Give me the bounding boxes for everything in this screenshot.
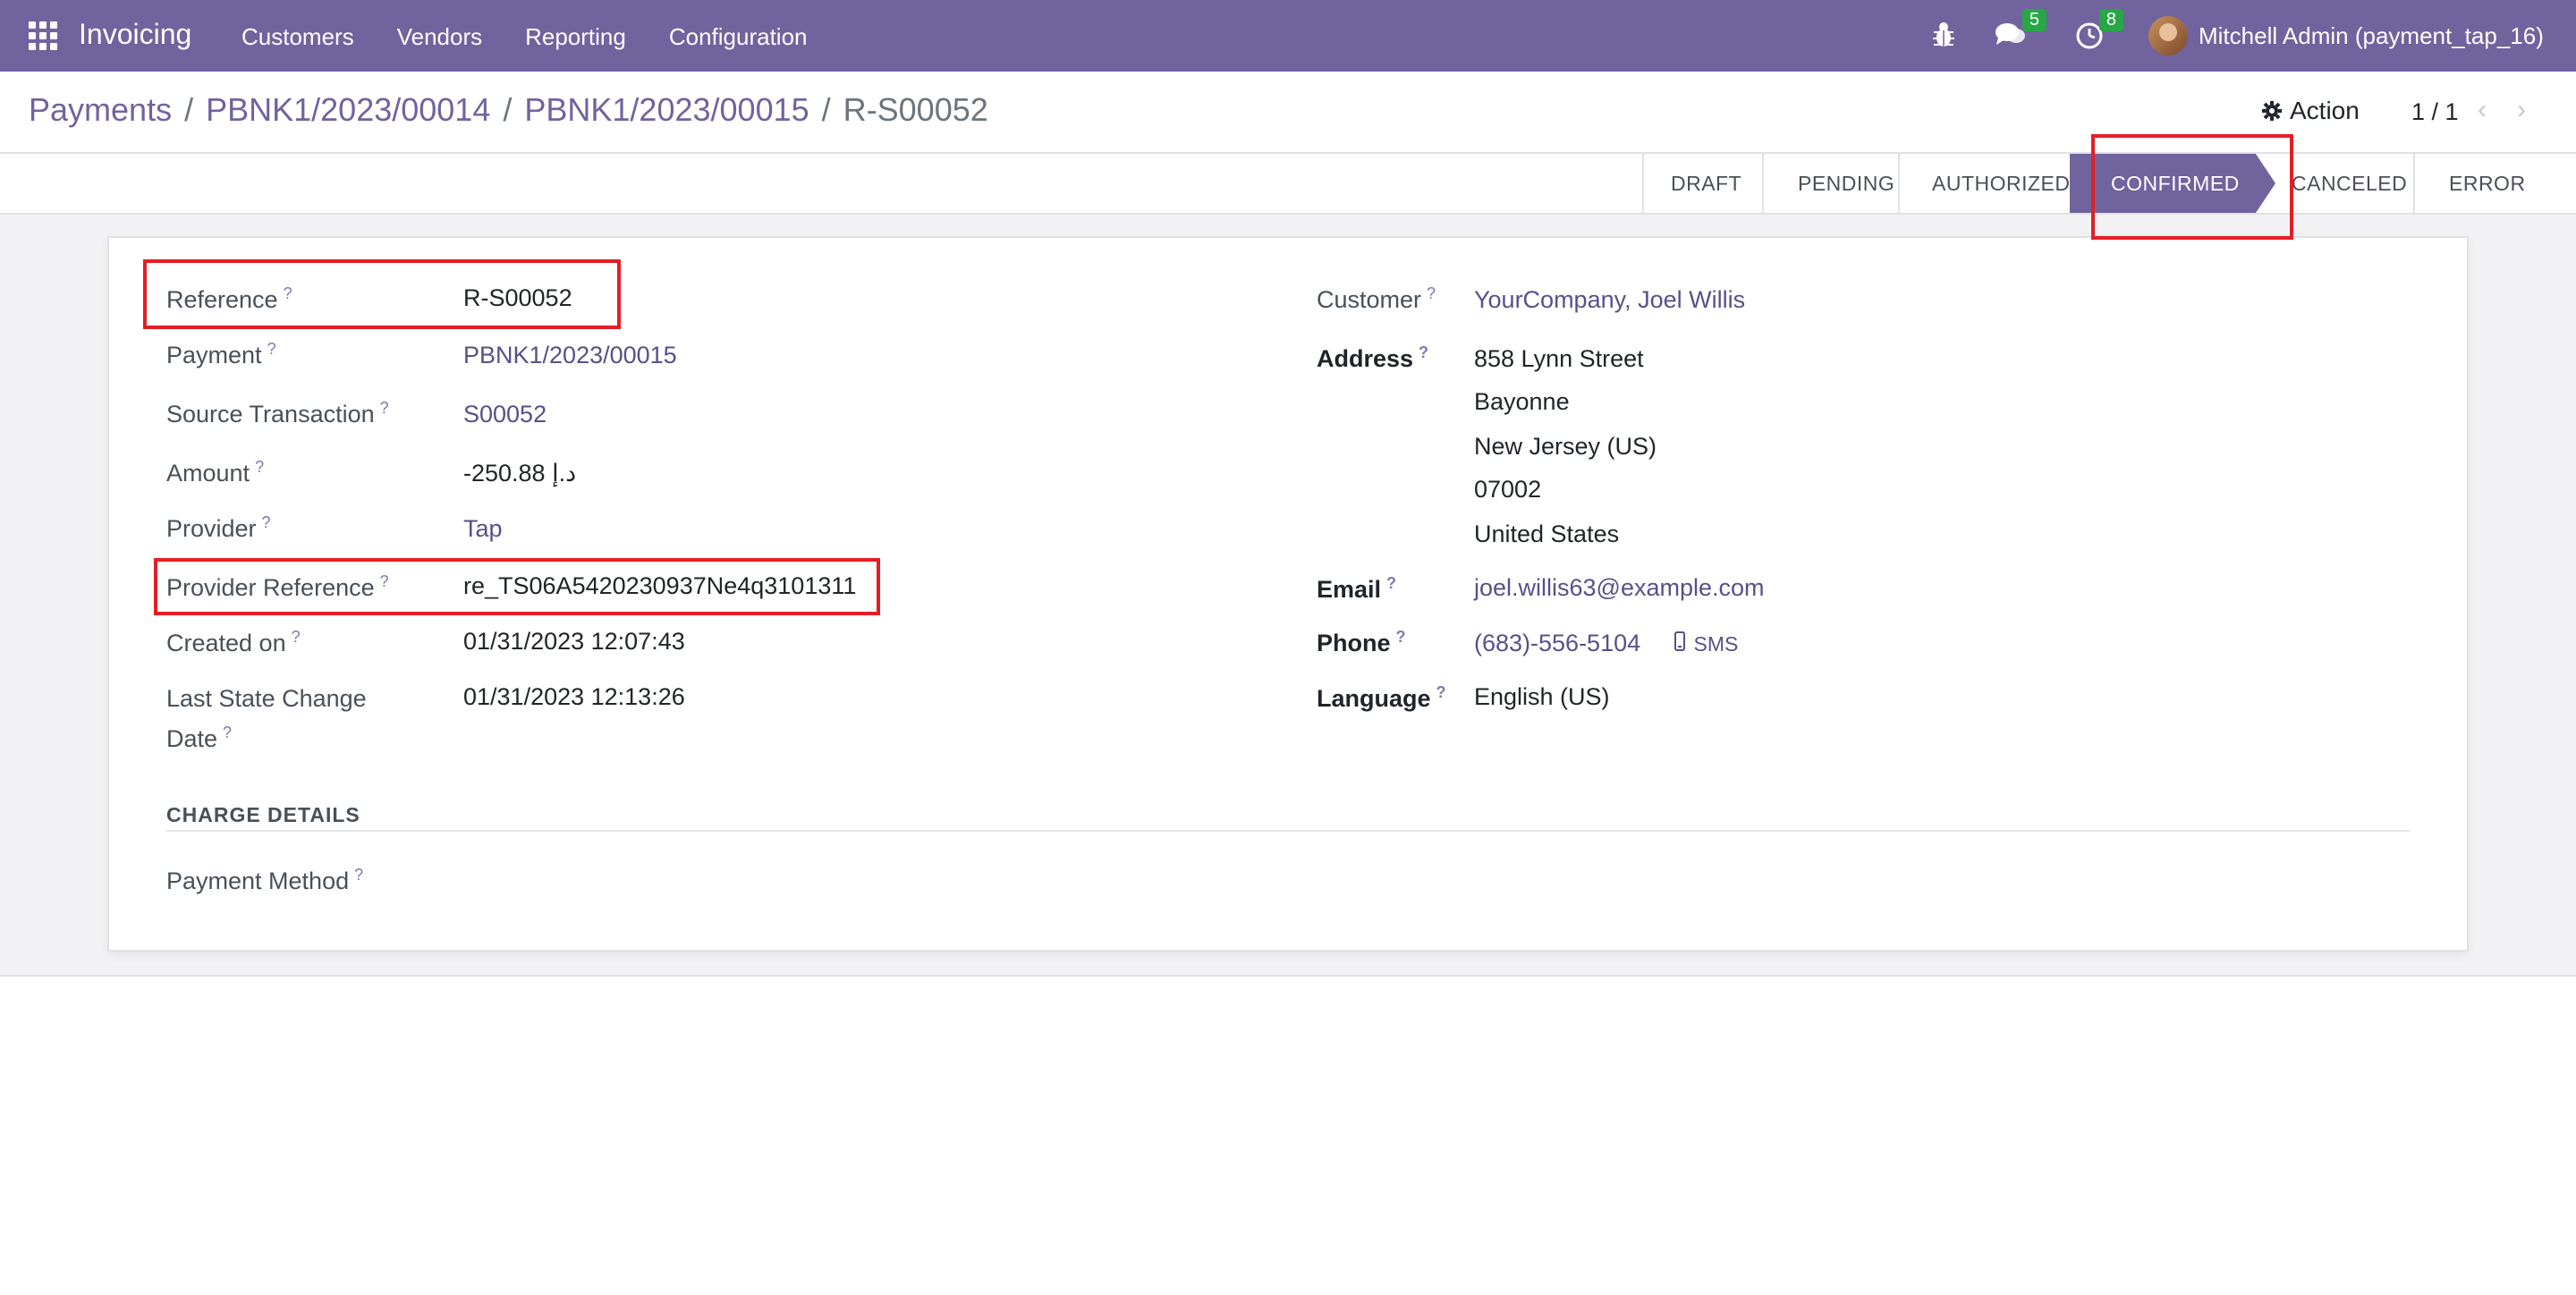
source-transaction-label: Source Transaction? <box>166 399 389 427</box>
top-navbar: Invoicing Customers Vendors Reporting Co… <box>0 0 2576 72</box>
highlight-provider-reference <box>154 558 880 615</box>
last-state-change-value: 01/31/2023 12:13:26 <box>463 683 685 710</box>
breadcrumb-payments[interactable]: Payments <box>29 91 172 129</box>
main-menu: Customers Vendors Reporting Configuratio… <box>242 23 808 51</box>
source-transaction-link[interactable]: S00052 <box>463 401 547 428</box>
customer-link[interactable]: YourCompany, Joel Willis <box>1474 286 1745 314</box>
payment-link[interactable]: PBNK1/2023/00015 <box>463 342 677 369</box>
user-avatar <box>2148 16 2188 55</box>
payment-method-label: Payment Method? <box>166 866 364 894</box>
pager-previous-icon[interactable]: ‹ <box>2478 95 2487 125</box>
mobile-phone-icon <box>1674 631 1685 651</box>
sms-button[interactable]: SMS <box>1674 630 1738 657</box>
payment-label: Payment? <box>166 340 276 368</box>
language-value: English (US) <box>1474 683 1610 710</box>
breadcrumb-current: R-S00052 <box>843 91 988 128</box>
menu-reporting[interactable]: Reporting <box>525 23 626 51</box>
menu-configuration[interactable]: Configuration <box>669 23 808 51</box>
amount-value: -250.88 د.إ <box>463 460 577 487</box>
breadcrumb-separator: / <box>184 91 194 128</box>
address-line-3: New Jersey (US) <box>1474 433 1657 460</box>
activities-clock-icon[interactable]: 8 <box>2075 9 2123 55</box>
provider-link[interactable]: Tap <box>463 515 503 543</box>
breadcrumb-pbnk1-00015[interactable]: PBNK1/2023/00015 <box>524 91 809 129</box>
language-label: Language? <box>1317 683 1446 712</box>
address-line-4: 07002 <box>1474 476 1542 503</box>
created-on-value: 01/31/2023 12:07:43 <box>463 628 685 655</box>
user-name: Mitchell Admin (payment_tap_16) <box>2199 21 2544 49</box>
address-line-2: Bayonne <box>1474 388 1570 415</box>
pager-next-icon[interactable]: › <box>2517 95 2526 125</box>
created-on-label: Created on? <box>166 628 301 656</box>
address-line-5: United States <box>1474 521 1620 547</box>
breadcrumb-separator: / <box>821 91 831 128</box>
breadcrumb: Payments / PBNK1/2023/00014 / PBNK1/2023… <box>29 91 988 129</box>
section-divider <box>166 830 2410 832</box>
user-menu[interactable]: Mitchell Admin (payment_tap_16) <box>2148 16 2544 55</box>
amount-label: Amount? <box>166 458 265 487</box>
last-state-change-label: Last State Change Date? <box>166 685 367 752</box>
messages-badge: 5 <box>2021 9 2046 31</box>
app-brand[interactable]: Invoicing <box>79 18 191 51</box>
activities-badge: 8 <box>2098 9 2123 31</box>
email-label: Email? <box>1317 574 1397 603</box>
breadcrumb-pbnk1-00014[interactable]: PBNK1/2023/00014 <box>206 91 490 129</box>
sms-label: SMS <box>1693 632 1739 656</box>
breadcrumb-separator: / <box>503 91 513 128</box>
phone-label: Phone? <box>1317 628 1406 656</box>
email-link[interactable]: joel.willis63@example.com <box>1474 574 1765 602</box>
menu-vendors[interactable]: Vendors <box>397 23 482 51</box>
messages-chat-icon[interactable]: 5 <box>1995 9 2046 53</box>
charge-details-title: CHARGE DETAILS <box>166 803 360 826</box>
menu-customers[interactable]: Customers <box>242 23 354 51</box>
debug-bug-icon[interactable] <box>1932 21 1955 53</box>
address-line-1: 858 Lynn Street <box>1474 345 1644 372</box>
apps-menu-icon[interactable] <box>29 21 57 50</box>
status-draft[interactable]: DRAFT <box>1642 154 1762 213</box>
gear-icon <box>2262 101 2282 121</box>
provider-label: Provider? <box>166 513 271 542</box>
status-pending[interactable]: PENDING <box>1762 154 1898 213</box>
status-authorized[interactable]: AUTHORIZED <box>1898 154 2070 213</box>
address-label: Address? <box>1317 343 1429 372</box>
status-error[interactable]: ERROR <box>2413 154 2546 213</box>
phone-link[interactable]: (683)-556-5104 <box>1474 630 1640 657</box>
pager-value[interactable]: 1 / 1 <box>2411 98 2459 126</box>
highlight-reference <box>143 259 621 329</box>
action-label: Action <box>2290 97 2360 124</box>
action-menu-button[interactable]: Action <box>2261 97 2360 125</box>
customer-label: Customer? <box>1317 284 1436 313</box>
